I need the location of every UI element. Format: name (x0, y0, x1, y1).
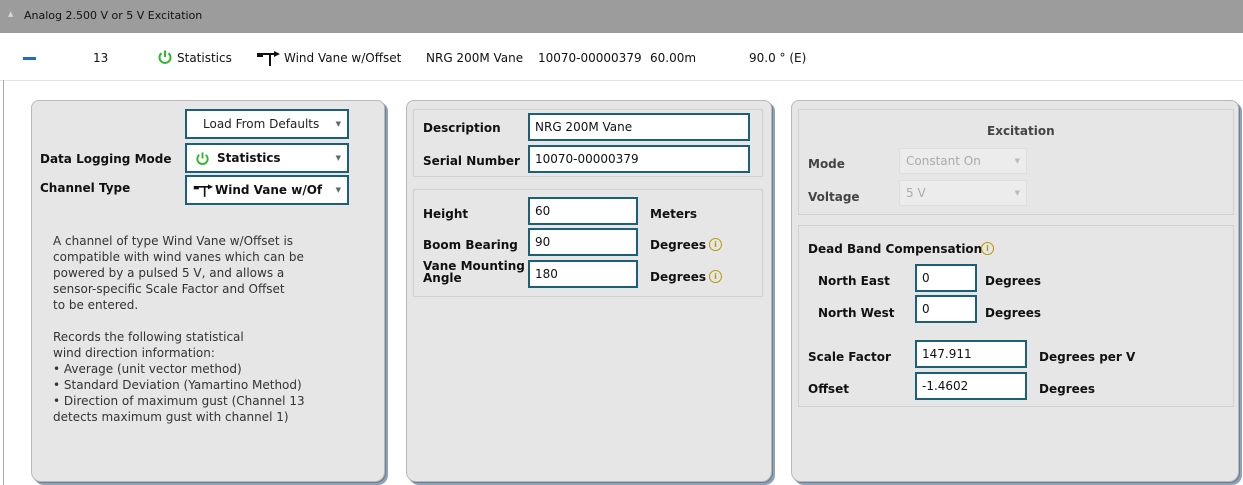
mounting-box: Height 60 Meters Boom Bearing 90 Degrees… (413, 189, 763, 297)
north-east-input[interactable]: 0 (915, 264, 977, 292)
info-icon[interactable]: i (709, 238, 722, 251)
info-icon[interactable]: i (981, 242, 994, 255)
dead-band-box: Dead Band Compensation i North East 0 De… (798, 225, 1234, 407)
description-line: compatible with wind vanes which can be (53, 250, 304, 264)
mode-label: Mode (808, 157, 845, 171)
sensor-identity-box: Description NRG 200M Vane Serial Number … (413, 109, 763, 177)
excitation-box: Excitation Mode Constant On ▼ Voltage 5 … (798, 109, 1234, 215)
wind-vane-icon (256, 51, 280, 70)
channel-type-value: Wind Vane w/Of (215, 183, 323, 197)
data-logging-mode-value: Statistics (217, 151, 281, 165)
boom-bearing-unit: Degrees (650, 238, 707, 252)
description-label: Description (423, 121, 501, 135)
calibration-panel: Excitation Mode Constant On ▼ Voltage 5 … (791, 100, 1239, 482)
load-defaults-dropdown[interactable]: Load From Defaults ▼ (185, 109, 349, 139)
description-line: wind direction information: (53, 346, 215, 360)
channel-type-label: Channel Type (40, 181, 131, 195)
north-east-unit: Degrees (985, 274, 1042, 288)
north-west-input[interactable]: 0 (915, 295, 977, 323)
dropdown-arrow-icon: ▼ (335, 186, 341, 194)
power-icon (157, 49, 173, 65)
offset-label: Offset (808, 382, 849, 396)
vane-mounting-label-line2: Angle (423, 271, 462, 285)
description-line: • Standard Deviation (Yamartino Method) (53, 378, 302, 392)
boom-bearing-input[interactable]: 90 (528, 228, 638, 256)
channel-serial: 10070-00000379 (538, 51, 642, 65)
description-input[interactable]: NRG 200M Vane (528, 113, 750, 141)
north-west-unit: Degrees (985, 306, 1042, 320)
excitation-voltage-value: 5 V (906, 186, 926, 200)
offset-unit: Degrees (1039, 382, 1096, 396)
channel-number: 13 (93, 51, 109, 65)
section-header[interactable]: ▲ Analog 2.500 V or 5 V Excitation (0, 0, 1243, 33)
offset-input[interactable]: -1.4602 (915, 372, 1027, 400)
section-title: Analog 2.500 V or 5 V Excitation (24, 9, 203, 22)
excitation-title: Excitation (987, 124, 1055, 138)
excitation-voltage-dropdown[interactable]: 5 V ▼ (899, 180, 1027, 206)
dropdown-arrow-icon: ▼ (335, 154, 341, 162)
channel-config-panel: Load From Defaults ▼ Data Logging Mode S… (31, 100, 385, 482)
scale-factor-input[interactable]: 147.911 (915, 340, 1027, 368)
height-input[interactable]: 60 (528, 197, 638, 225)
description-line: to be entered. (53, 298, 139, 312)
vane-mounting-angle-input[interactable]: 180 (528, 260, 638, 288)
channel-model: NRG 200M Vane (426, 51, 524, 65)
channel-type-dropdown[interactable]: Wind Vane w/Of ▼ (185, 175, 349, 205)
divider (3, 80, 4, 485)
scale-factor-label: Scale Factor (808, 350, 891, 364)
data-logging-mode-label: Data Logging Mode (40, 152, 172, 166)
chevron-up-icon: ▲ (8, 10, 14, 18)
channel-mode: Statistics (177, 51, 232, 65)
description-line: sensor-specific Scale Factor and Offset (53, 282, 285, 296)
height-unit: Meters (650, 207, 698, 221)
wind-vane-icon (193, 184, 213, 201)
scale-factor-unit: Degrees per V (1039, 350, 1136, 364)
description-line: detects maximum gust with channel 1) (53, 410, 289, 424)
info-icon[interactable]: i (709, 270, 722, 283)
serial-number-input[interactable]: 10070-00000379 (528, 145, 750, 173)
description-line: • Direction of maximum gust (Channel 13 (53, 394, 305, 408)
dropdown-arrow-icon: ▼ (1014, 157, 1020, 165)
load-defaults-label: Load From Defaults (203, 117, 320, 131)
description-line: • Average (unit vector method) (53, 362, 242, 376)
serial-number-label: Serial Number (423, 154, 520, 168)
north-west-label: North West (818, 306, 895, 320)
dead-band-title: Dead Band Compensation (808, 242, 983, 256)
excitation-mode-dropdown[interactable]: Constant On ▼ (899, 148, 1027, 174)
vane-mounting-unit: Degrees (650, 270, 707, 284)
description-line: powered by a pulsed 5 V, and allows a (53, 266, 285, 280)
dropdown-arrow-icon: ▼ (1014, 189, 1020, 197)
dropdown-arrow-icon: ▼ (335, 120, 341, 128)
power-icon (195, 151, 210, 169)
height-label: Height (423, 207, 469, 221)
excitation-mode-value: Constant On (906, 154, 981, 168)
sensor-info-panel: Description NRG 200M Vane Serial Number … (406, 100, 772, 482)
voltage-label: Voltage (808, 190, 860, 204)
description-line: Records the following statistical (53, 330, 244, 344)
channel-type-description: A channel of type Wind Vane w/Offset is … (53, 233, 305, 425)
boom-bearing-label: Boom Bearing (423, 238, 518, 252)
collapse-minus-icon[interactable] (23, 57, 36, 60)
data-logging-mode-dropdown[interactable]: Statistics ▼ (185, 143, 349, 173)
description-line: A channel of type Wind Vane w/Offset is (53, 234, 294, 248)
channel-type: Wind Vane w/Offset (284, 51, 402, 65)
channel-bearing: 90.0 ° (E) (749, 51, 807, 65)
channel-height: 60.00m (650, 51, 697, 65)
description-line (53, 313, 305, 329)
north-east-label: North East (818, 274, 890, 288)
